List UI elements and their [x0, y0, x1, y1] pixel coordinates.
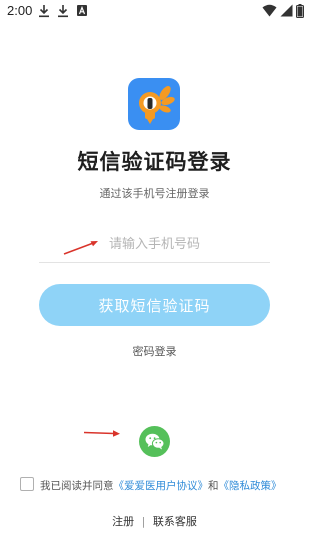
wifi-icon	[262, 4, 277, 17]
get-sms-code-button[interactable]: 获取短信验证码	[39, 284, 270, 326]
download-icon	[58, 5, 68, 18]
status-time: 2:00	[7, 3, 33, 18]
agreement-and: 和	[208, 480, 219, 492]
page-title: 短信验证码登录	[77, 150, 232, 174]
user-agreement-link[interactable]: 《爱爱医用户协议》	[114, 480, 209, 492]
wechat-icon	[145, 433, 164, 450]
app-logo-mascot	[139, 86, 175, 124]
footer-links: 注册 | 联系客服	[0, 513, 309, 529]
agreement-text: 我已阅读并同意《爱爱医用户协议》和《隐私政策》	[40, 478, 282, 493]
privacy-policy-link[interactable]: 《隐私政策》	[219, 480, 282, 492]
download-icon	[39, 5, 49, 18]
app-logo-icon	[128, 78, 180, 130]
phone-input[interactable]	[109, 233, 269, 255]
contact-support-link[interactable]: 联系客服	[153, 515, 197, 528]
app-notification-icon	[77, 5, 87, 16]
battery-icon	[296, 4, 304, 18]
agreement-row: 我已阅读并同意《爱爱医用户协议》和《隐私政策》	[20, 477, 300, 495]
password-login-link[interactable]: 密码登录	[0, 343, 309, 359]
wechat-login-button[interactable]	[139, 426, 170, 457]
page-subtitle: 通过该手机号注册登录	[99, 187, 210, 200]
signal-icon	[280, 4, 293, 17]
footer-separator: |	[141, 515, 146, 528]
register-link[interactable]: 注册	[112, 515, 134, 528]
annotation-arrow	[83, 430, 120, 437]
agreement-prefix: 我已阅读并同意	[40, 480, 114, 492]
agreement-checkbox[interactable]	[20, 477, 34, 491]
annotation-arrow	[63, 241, 98, 255]
status-bar: 2:00	[0, 0, 309, 24]
